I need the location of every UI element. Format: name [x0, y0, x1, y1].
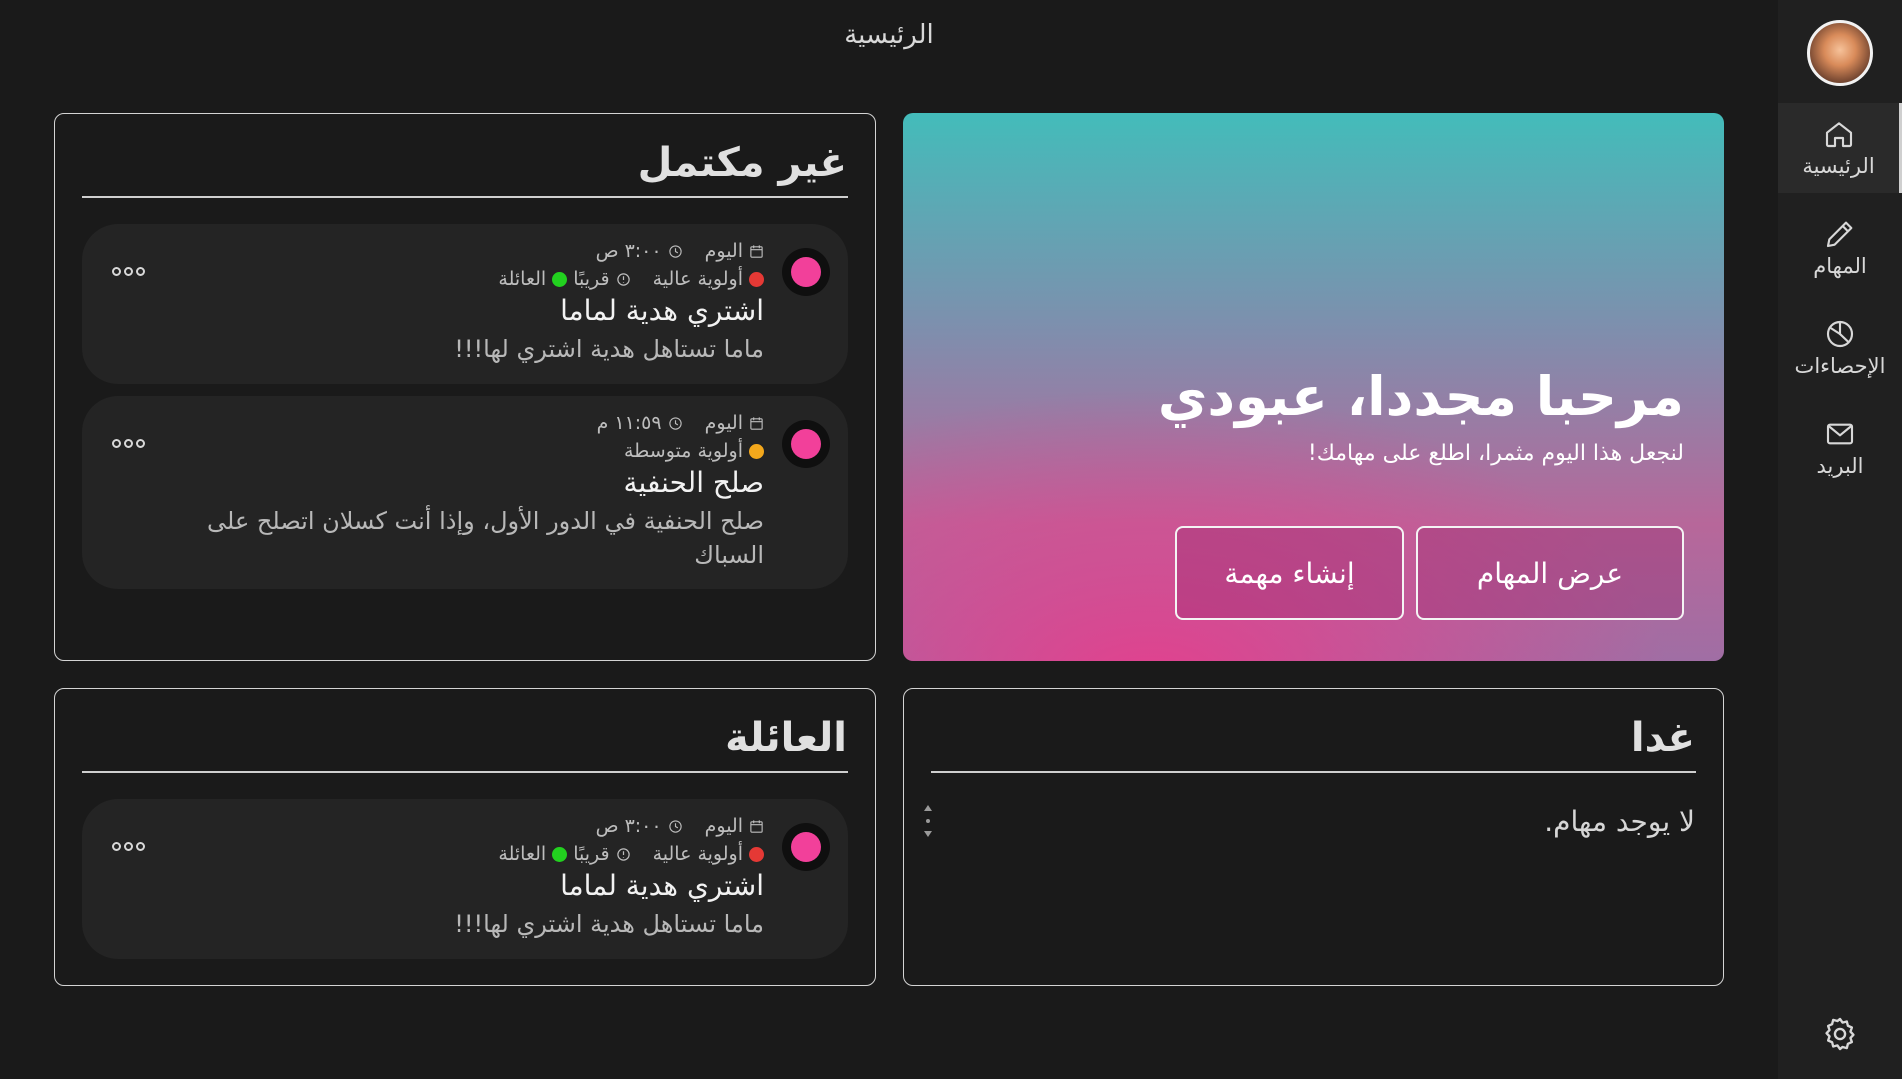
sidebar-item-label: الإحصاءات — [1794, 354, 1886, 378]
category-dot — [552, 271, 568, 287]
more-options-icon[interactable] — [112, 439, 146, 453]
avatar[interactable] — [1807, 20, 1873, 86]
family-card: العائلة اليوم ٣:٠٠ ص أولوية عالية قريبًا… — [54, 688, 876, 986]
sidebar-item-label: الرئيسية — [1802, 154, 1875, 178]
task-complete-checkbox[interactable] — [782, 248, 830, 296]
divider — [82, 771, 848, 773]
view-tasks-button[interactable]: عرض المهام — [1416, 526, 1684, 620]
priority-dot — [749, 271, 764, 287]
task-meta-date: اليوم ٣:٠٠ ص — [596, 240, 764, 262]
calendar-icon — [750, 244, 763, 258]
task-meta-tags: أولوية عالية قريبًا العائلة — [498, 843, 764, 865]
incomplete-card: غير مكتمل اليوم ٣:٠٠ ص أولوية عالية قريب… — [54, 113, 876, 661]
pencil-icon — [1826, 221, 1853, 248]
task-item[interactable]: اليوم ٣:٠٠ ص أولوية عالية قريبًا العائلة… — [82, 799, 848, 959]
sidebar-item-stats[interactable]: الإحصاءات — [1778, 303, 1902, 393]
tomorrow-card: غدا لا يوجد مهام. — [903, 688, 1724, 986]
calendar-icon — [750, 416, 763, 430]
divider — [931, 771, 1696, 773]
drag-handle-icon[interactable] — [922, 804, 934, 838]
card-title: غير مكتمل — [637, 140, 847, 186]
sidebar: الرئيسية المهام الإحصاءات البريد — [1778, 0, 1902, 1079]
task-description: ماما تستاهل هدية اشتري لها!!! — [454, 910, 764, 938]
page-title: الرئيسية — [844, 20, 934, 50]
sidebar-item-label: البريد — [1816, 454, 1864, 478]
divider — [82, 196, 848, 198]
priority-dot — [749, 443, 764, 459]
card-title: العائلة — [725, 715, 847, 761]
task-complete-checkbox[interactable] — [782, 420, 830, 468]
task-title: اشتري هدية لماما — [560, 869, 764, 902]
task-complete-checkbox[interactable] — [782, 823, 830, 871]
clock-icon — [668, 244, 682, 258]
sidebar-item-home[interactable]: الرئيسية — [1778, 103, 1902, 193]
task-item[interactable]: اليوم ١١:٥٩ م أولوية متوسطة صلح الحنفية … — [82, 396, 848, 589]
welcome-hero: مرحبا مجددا، عبودي لنجعل هذا اليوم مثمرا… — [903, 113, 1724, 661]
sidebar-item-mail[interactable]: البريد — [1778, 403, 1902, 493]
task-title: اشتري هدية لماما — [560, 294, 764, 327]
sidebar-item-tasks[interactable]: المهام — [1778, 203, 1902, 293]
home-icon — [1825, 122, 1852, 148]
create-task-button[interactable]: إنشاء مهمة — [1175, 526, 1404, 620]
task-title: صلح الحنفية — [623, 466, 764, 499]
empty-state-text: لا يوجد مهام. — [1544, 805, 1695, 838]
hero-title: مرحبا مجددا، عبودي — [1157, 365, 1684, 428]
task-item[interactable]: اليوم ٣:٠٠ ص أولوية عالية قريبًا العائلة… — [82, 224, 848, 384]
clock-icon — [668, 416, 682, 430]
hero-subtitle: لنجعل هذا اليوم مثمرا، اطلع على مهامك! — [1307, 441, 1684, 466]
alert-icon — [616, 272, 630, 286]
priority-dot — [749, 846, 764, 862]
category-dot — [552, 846, 568, 862]
pie-chart-icon — [1826, 320, 1854, 348]
alert-icon — [616, 847, 630, 861]
task-meta-tags: أولوية عالية قريبًا العائلة — [498, 268, 764, 290]
card-title: غدا — [1630, 715, 1695, 761]
mail-icon — [1826, 423, 1854, 445]
more-options-icon[interactable] — [112, 267, 146, 281]
task-meta-tags: أولوية متوسطة — [624, 440, 764, 462]
task-description: ماما تستاهل هدية اشتري لها!!! — [454, 335, 764, 363]
sidebar-item-label: المهام — [1813, 254, 1867, 278]
task-meta-date: اليوم ١١:٥٩ م — [597, 412, 764, 434]
more-options-icon[interactable] — [112, 842, 146, 856]
gear-icon[interactable] — [1821, 1015, 1859, 1053]
calendar-icon — [750, 819, 763, 833]
clock-icon — [668, 819, 682, 833]
task-description: صلح الحنفية في الدور الأول، وإذا أنت كسل… — [207, 507, 764, 569]
task-meta-date: اليوم ٣:٠٠ ص — [596, 815, 764, 837]
